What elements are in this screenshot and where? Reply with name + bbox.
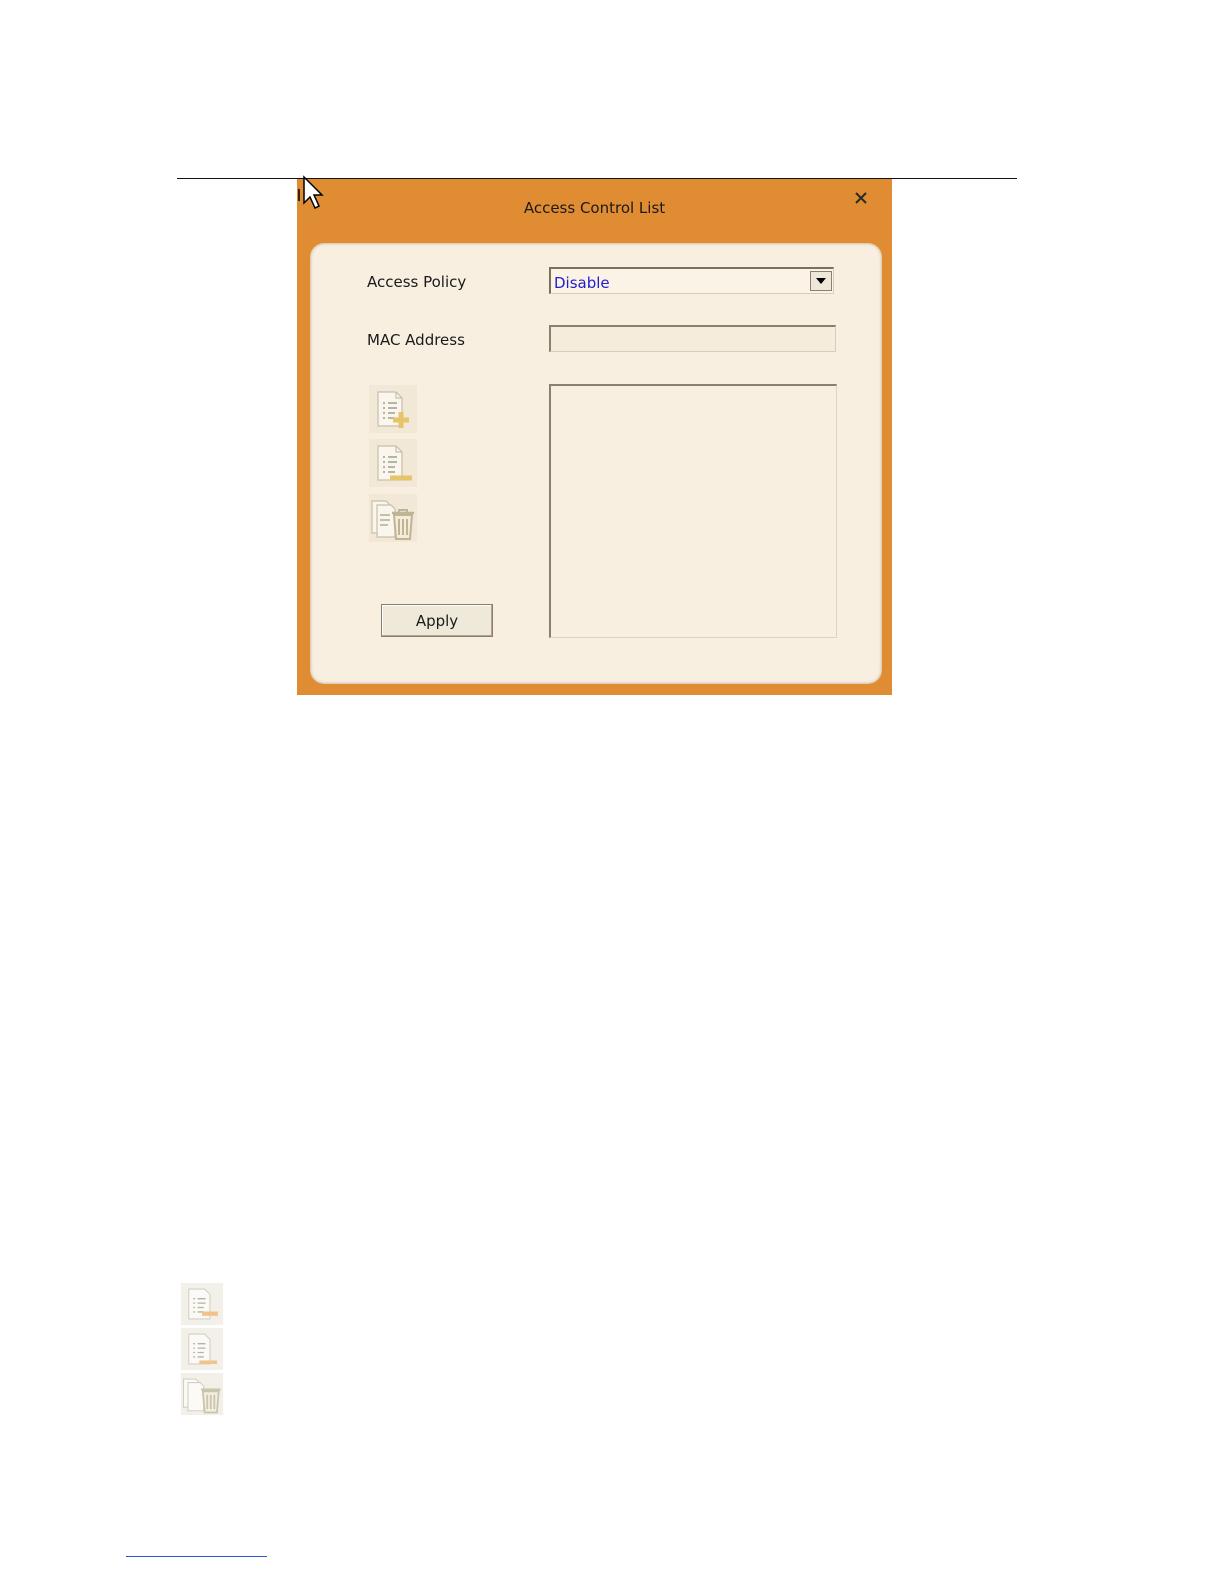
access-policy-label: Access Policy (367, 273, 467, 291)
delete-all-button[interactable] (367, 493, 419, 543)
edit-entry-icon (180, 1327, 224, 1371)
legend-delete-all-icon (180, 1372, 224, 1416)
add-entry-icon (369, 385, 417, 433)
access-policy-select[interactable]: Disable (549, 267, 834, 294)
dialog-title: Access Control List (523, 199, 666, 217)
title-bar: Access Control List (297, 179, 892, 241)
mouse-cursor-icon (298, 175, 324, 210)
legend-add-entry-icon (180, 1282, 224, 1326)
add-entry-button[interactable] (367, 384, 419, 434)
close-button[interactable] (851, 188, 871, 208)
dropdown-arrow-button[interactable] (810, 271, 832, 291)
mac-address-label: MAC Address (367, 331, 465, 349)
footnote-rule (126, 1556, 267, 1557)
mac-address-list[interactable] (549, 384, 837, 638)
access-policy-value: Disable (554, 274, 610, 292)
access-control-dialog: Access Control List Access Policy Disabl… (297, 179, 892, 695)
delete-all-icon (369, 494, 417, 542)
dialog-body: Access Policy Disable MAC Address Apply (310, 243, 882, 684)
chevron-down-icon (816, 278, 826, 284)
edit-entry-icon (369, 439, 417, 487)
legend-edit-entry-icon (180, 1327, 224, 1371)
add-entry-icon (180, 1282, 224, 1326)
delete-all-icon (180, 1372, 224, 1416)
apply-button[interactable]: Apply (381, 604, 493, 637)
close-icon (855, 192, 867, 204)
edit-entry-button[interactable] (367, 438, 419, 488)
mac-address-field[interactable] (549, 325, 836, 352)
